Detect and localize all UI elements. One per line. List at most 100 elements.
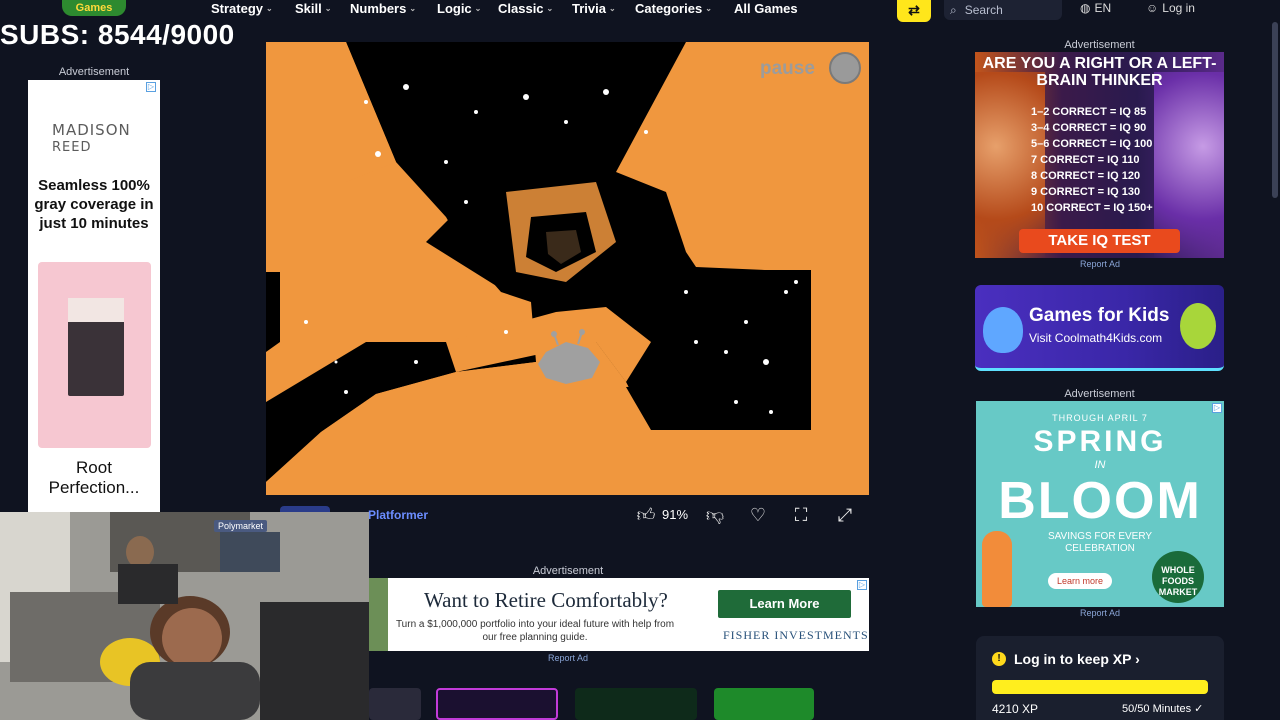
game-scene	[266, 42, 869, 495]
banner-subtitle: Visit Coolmath4Kids.com	[1029, 331, 1163, 345]
nav-skill[interactable]: Skill ⌄	[295, 0, 331, 16]
nav-label: Numbers	[350, 0, 407, 16]
adchoices-icon[interactable]: ▷	[857, 580, 867, 590]
xp-total: 4210 XP	[992, 702, 1039, 716]
search-icon: ⌕	[950, 2, 957, 17]
ad-footer: Root Perfection...	[48, 458, 140, 497]
mascot-blue-image	[983, 307, 1023, 353]
take-iq-test-button[interactable]: TAKE IQ TEST	[1019, 229, 1180, 253]
xp-progress-bar	[992, 680, 1208, 694]
nav-label: Strategy	[211, 0, 264, 16]
language-label: EN	[1094, 1, 1112, 15]
ad-label: Advertisement	[1064, 39, 1135, 51]
wall-sign: Polymarket	[214, 520, 268, 532]
nav-logic[interactable]: Logic ⌄	[437, 0, 481, 16]
fullscreen-icon[interactable]: ⤢	[834, 504, 856, 526]
page-scrollbar[interactable]	[1272, 22, 1278, 198]
ad-image	[368, 578, 388, 651]
spring-bloom-ad[interactable]: ▷ THROUGH APRIL 7 SPRING IN BLOOM SAVING…	[976, 401, 1224, 607]
ad-label: Advertisement	[532, 565, 604, 577]
ad-label: Advertisement	[1064, 388, 1135, 400]
heart-icon[interactable]: ♡	[747, 504, 769, 526]
webcam-scene	[0, 512, 369, 720]
warning-icon: !	[992, 652, 1006, 666]
bottom-ad[interactable]: ▷ Want to Retire Comfortably? Turn a $1,…	[368, 578, 869, 651]
pause-label[interactable]: pause	[760, 58, 815, 80]
thumbs-down-icon[interactable]: 👎︎	[704, 504, 726, 526]
nav-label: All Games	[734, 0, 798, 16]
language-selector[interactable]: ◍ EN	[1080, 0, 1111, 16]
game-thumbnail[interactable]	[369, 688, 421, 720]
minutes-count: 50/50 Minutes ✓	[1122, 703, 1204, 715]
ad-spring: SPRING	[1033, 425, 1167, 458]
user-icon: ☺	[1146, 1, 1159, 15]
login-button[interactable]: ☺ Log in	[1146, 0, 1195, 16]
iq-row: 9 CORRECT = IQ 130	[1031, 186, 1141, 198]
iq-score-table: 1–2 CORRECT = IQ 85 3–4 CORRECT = IQ 90 …	[1031, 104, 1153, 216]
thumbs-up-icon[interactable]: 👍︎	[635, 504, 657, 526]
ad-brand: MADISON REED	[52, 121, 131, 155]
chevron-down-icon: ⌄	[546, 3, 554, 13]
ad-product-image	[38, 262, 151, 448]
iq-row: 8 CORRECT = IQ 120	[1031, 170, 1141, 182]
ad-date: THROUGH APRIL 7	[1052, 413, 1148, 423]
search-placeholder: Search	[964, 3, 1003, 17]
globe-icon: ◍	[1080, 1, 1091, 15]
ad-label: Advertisement	[58, 66, 130, 78]
iq-row: 7 CORRECT = IQ 110	[1031, 154, 1140, 166]
game-thumbnail[interactable]	[436, 688, 558, 720]
ad-savings: SAVINGS FOR EVERY CELEBRATION	[1047, 531, 1153, 554]
chevron-down-icon: ⌄	[266, 3, 273, 13]
learn-more-button[interactable]: Learn more	[1048, 573, 1112, 589]
nav-label: Classic	[498, 0, 544, 16]
game-canvas[interactable]	[266, 42, 869, 495]
report-ad-link[interactable]: Report Ad	[1080, 608, 1120, 618]
shuffle-button[interactable]: ⇄	[897, 0, 931, 22]
iq-row: 5–6 CORRECT = IQ 100	[1031, 138, 1153, 150]
ad-body: Turn a $1,000,000 portfolio into your id…	[395, 619, 675, 643]
site-logo[interactable]: Games	[62, 0, 126, 16]
adchoices-icon[interactable]: ▷	[146, 82, 156, 92]
check-icon: ✓	[1194, 703, 1204, 715]
iq-test-ad[interactable]: ARE YOU A RIGHT OR A LEFT-BRAIN THINKER …	[975, 52, 1224, 258]
screenshot-icon[interactable]: ⛶	[790, 504, 812, 526]
nav-categories[interactable]: Categories ⌄	[635, 0, 712, 16]
nav-label: Categories	[635, 0, 703, 16]
nav-all-games[interactable]: All Games	[734, 0, 798, 16]
chevron-down-icon: ⌄	[705, 3, 712, 13]
nav-strategy[interactable]: Strategy ⌄	[211, 0, 273, 16]
banner-title: Games for Kids	[1029, 305, 1170, 326]
xp-login-link[interactable]: Log in to keep XP ›	[1014, 651, 1140, 667]
learn-more-button[interactable]: Learn More	[718, 590, 851, 618]
nav-label: Trivia	[572, 0, 606, 16]
nav-label: Logic	[437, 0, 472, 16]
left-ad[interactable]: ▷ MADISON REED Seamless 100% gray coverag…	[28, 80, 160, 520]
chevron-down-icon: ⌄	[324, 3, 332, 13]
search-input[interactable]: ⌕ Search	[944, 0, 1062, 20]
xp-card[interactable]: ! Log in to keep XP › 4210 XP 50/50 Minu…	[976, 636, 1224, 720]
report-ad-link[interactable]: Report Ad	[1080, 259, 1120, 269]
ad-bloom: BLOOM	[998, 472, 1202, 530]
pause-button[interactable]	[829, 52, 861, 84]
report-ad-link[interactable]: Report Ad	[548, 653, 588, 663]
iq-row: 1–2 CORRECT = IQ 85	[1031, 106, 1147, 118]
ad-in: IN	[1094, 459, 1106, 471]
nav-label: Skill	[295, 0, 322, 16]
subs-overlay: SUBS: 8544/9000	[0, 19, 235, 50]
product-box	[68, 298, 124, 396]
chevron-down-icon: ⌄	[474, 3, 482, 13]
login-label: Log in	[1162, 1, 1195, 15]
nav-numbers[interactable]: Numbers ⌄	[350, 0, 416, 16]
game-thumbnail[interactable]	[714, 688, 814, 720]
game-thumbnail[interactable]	[575, 688, 697, 720]
nav-trivia[interactable]: Trivia ⌄	[572, 0, 616, 16]
games-for-kids-banner[interactable]: Games for Kids Visit Coolmath4Kids.com	[975, 285, 1224, 371]
adchoices-icon[interactable]: ▷	[1212, 403, 1222, 413]
nav-classic[interactable]: Classic ⌄	[498, 0, 553, 16]
ad-headline: Want to Retire Comfortably?	[424, 588, 668, 612]
game-title-link[interactable]: Platformer	[368, 508, 428, 522]
shuffle-icon: ⇄	[908, 2, 920, 18]
ad-headline: Seamless 100% gray coverage in just 10 m…	[34, 177, 154, 232]
ad-headline: ARE YOU A RIGHT OR A LEFT-BRAIN THINKER	[982, 55, 1217, 89]
iq-row: 3–4 CORRECT = IQ 90	[1031, 122, 1147, 134]
